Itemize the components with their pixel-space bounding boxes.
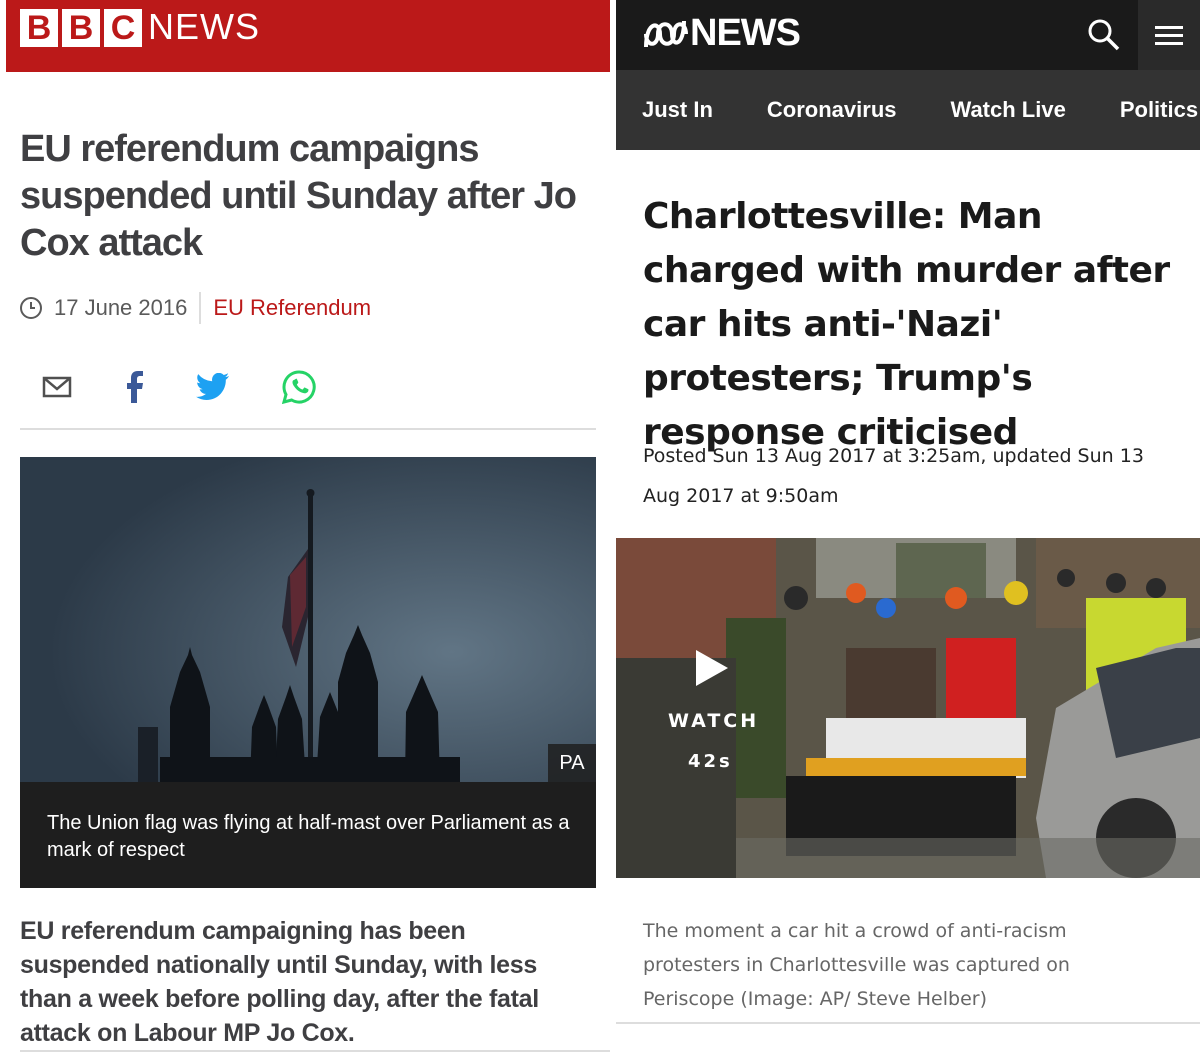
video-play-overlay[interactable]: WATCH 42s xyxy=(616,608,776,868)
whatsapp-icon[interactable] xyxy=(282,370,316,404)
article-image[interactable]: PA xyxy=(20,457,596,782)
image-caption-box: The Union flag was flying at half-mast o… xyxy=(20,782,596,888)
image-caption: The moment a car hit a crowd of anti-rac… xyxy=(643,920,1070,1010)
image-caption: The Union flag was flying at half-mast o… xyxy=(47,812,570,861)
bbc-header: B B C NEWS xyxy=(6,0,610,72)
video-watch-label: WATCH xyxy=(668,710,760,732)
bbc-logo-letter: B xyxy=(62,9,100,47)
play-icon xyxy=(696,650,728,686)
bottom-divider xyxy=(616,1022,1200,1024)
bbc-logo-letter: C xyxy=(104,9,142,47)
share-bar xyxy=(42,370,316,404)
bbc-article-panel: B B C NEWS EU referendum campaigns suspe… xyxy=(0,0,610,1055)
bottom-divider xyxy=(20,1050,610,1052)
article-video[interactable]: WATCH 42s xyxy=(616,538,1200,878)
clock-icon xyxy=(20,297,42,319)
abc-header: NEWS xyxy=(616,0,1200,70)
meta-divider xyxy=(199,292,202,324)
abc-logo-text: NEWS xyxy=(690,12,801,54)
facebook-icon[interactable] xyxy=(124,371,144,403)
article-timestamp: Posted Sun 13 Aug 2017 at 3:25am, update… xyxy=(643,445,1144,507)
bbc-logo-text: NEWS xyxy=(148,6,260,47)
article-intro: EU referendum campaigning has been suspe… xyxy=(20,917,539,1047)
abc-logo[interactable]: NEWS xyxy=(642,12,801,55)
article-headline: EU referendum campaigns suspended until … xyxy=(20,128,577,264)
search-button[interactable] xyxy=(1070,0,1138,70)
nav-item-watch-live[interactable]: Watch Live xyxy=(951,97,1066,123)
article-headline: Charlottesville: Man charged with murder… xyxy=(643,196,1170,453)
abc-lissajous-icon xyxy=(644,20,688,47)
nav-item-just-in[interactable]: Just In xyxy=(642,97,713,123)
menu-button[interactable] xyxy=(1138,0,1200,70)
twitter-icon[interactable] xyxy=(196,373,230,401)
parliament-silhouette-image xyxy=(20,457,596,782)
article-category-link[interactable]: EU Referendum xyxy=(213,295,371,321)
article-meta: 17 June 2016 EU Referendum xyxy=(20,292,371,324)
share-divider xyxy=(20,428,596,430)
abc-article-panel: NEWS Just In Coronavirus Watch Live Poli… xyxy=(616,0,1200,1055)
bbc-logo-letter: B xyxy=(20,9,58,47)
search-icon xyxy=(1088,19,1120,51)
bbc-logo[interactable]: B B C xyxy=(20,9,142,47)
hamburger-menu-icon xyxy=(1155,26,1183,45)
nav-item-coronavirus[interactable]: Coronavirus xyxy=(767,97,897,123)
image-credit: PA xyxy=(548,744,596,782)
abc-nav-bar: Just In Coronavirus Watch Live Politics xyxy=(616,70,1200,150)
article-date: 17 June 2016 xyxy=(54,295,188,320)
nav-item-politics[interactable]: Politics xyxy=(1120,97,1198,123)
email-icon[interactable] xyxy=(42,375,72,399)
video-duration: 42s xyxy=(688,751,733,772)
